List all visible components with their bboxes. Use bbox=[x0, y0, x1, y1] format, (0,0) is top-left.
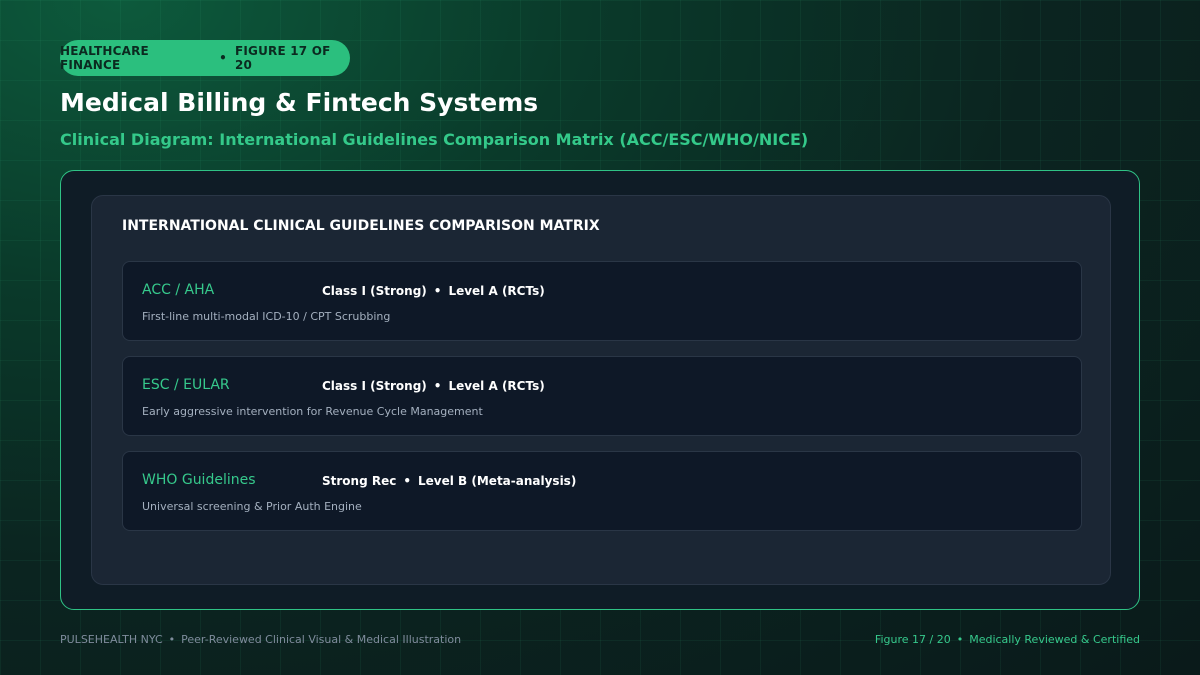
guideline-row-who: WHO Guidelines Strong Rec • Level B (Meta-… bbox=[122, 451, 1082, 531]
guideline-row-esc-eular: ESC / EULAR Class I (Strong) • Level A (RC… bbox=[122, 356, 1082, 436]
recommendation-separator: • bbox=[433, 379, 442, 393]
guideline-row-acc-aha: ACC / AHA Class I (Strong) • Level A (RCTs… bbox=[122, 261, 1082, 341]
recommendation-separator: • bbox=[403, 474, 412, 488]
matrix-heading: INTERNATIONAL CLINICAL GUIDELINES COMPAR… bbox=[122, 218, 600, 234]
guideline-org: WHO Guidelines bbox=[142, 472, 256, 488]
guideline-evidence: Level A (RCTs) bbox=[448, 284, 545, 298]
badge-section-label: HEALTHCARE FINANCE bbox=[60, 44, 149, 72]
footer-separator: • bbox=[956, 633, 964, 646]
footer-brand: PULSEHEALTH NYC bbox=[60, 633, 163, 646]
guideline-recommendation: Class I (Strong) • Level A (RCTs) bbox=[322, 284, 545, 298]
guideline-description: First-line multi-modal ICD-10 / CPT Scru… bbox=[142, 310, 391, 323]
page-subtitle: Clinical Diagram: International Guidelin… bbox=[60, 130, 809, 149]
section-badge: HEALTHCARE FINANCE • FIGURE 17 OF 20 bbox=[60, 40, 350, 76]
guideline-org: ESC / EULAR bbox=[142, 377, 230, 393]
guideline-strength: Strong Rec bbox=[322, 474, 397, 488]
comparison-matrix-panel: INTERNATIONAL CLINICAL GUIDELINES COMPAR… bbox=[91, 195, 1111, 585]
footer-figure-info: Figure 17 / 20 • Medically Reviewed & Cert… bbox=[875, 633, 1140, 646]
guideline-recommendation: Strong Rec • Level B (Meta-analysis) bbox=[322, 474, 576, 488]
footer-credit: PULSEHEALTH NYC • Peer-Reviewed Clinical V… bbox=[60, 633, 461, 646]
footer-figure-number: Figure 17 / 20 bbox=[874, 633, 951, 646]
diagram-frame: INTERNATIONAL CLINICAL GUIDELINES COMPAR… bbox=[60, 170, 1140, 610]
badge-separator: • bbox=[219, 51, 227, 65]
recommendation-separator: • bbox=[433, 284, 442, 298]
footer-certification: Medically Reviewed & Certified bbox=[969, 633, 1140, 646]
guideline-description: Universal screening & Prior Auth Engine bbox=[142, 500, 362, 513]
guideline-evidence: Level B (Meta-analysis) bbox=[418, 474, 577, 488]
guideline-evidence: Level A (RCTs) bbox=[448, 379, 545, 393]
badge-figure-label: FIGURE 17 OF 20 bbox=[234, 44, 331, 72]
guideline-strength: Class I (Strong) bbox=[322, 379, 427, 393]
guideline-recommendation: Class I (Strong) • Level A (RCTs) bbox=[322, 379, 545, 393]
guideline-strength: Class I (Strong) bbox=[322, 284, 427, 298]
guideline-description: Early aggressive intervention for Revenu… bbox=[142, 405, 483, 418]
footer-tagline: Peer-Reviewed Clinical Visual & Medical … bbox=[181, 633, 462, 646]
page-title: Medical Billing & Fintech Systems bbox=[60, 88, 539, 117]
footer-separator: • bbox=[168, 633, 176, 646]
guideline-org: ACC / AHA bbox=[142, 282, 215, 298]
